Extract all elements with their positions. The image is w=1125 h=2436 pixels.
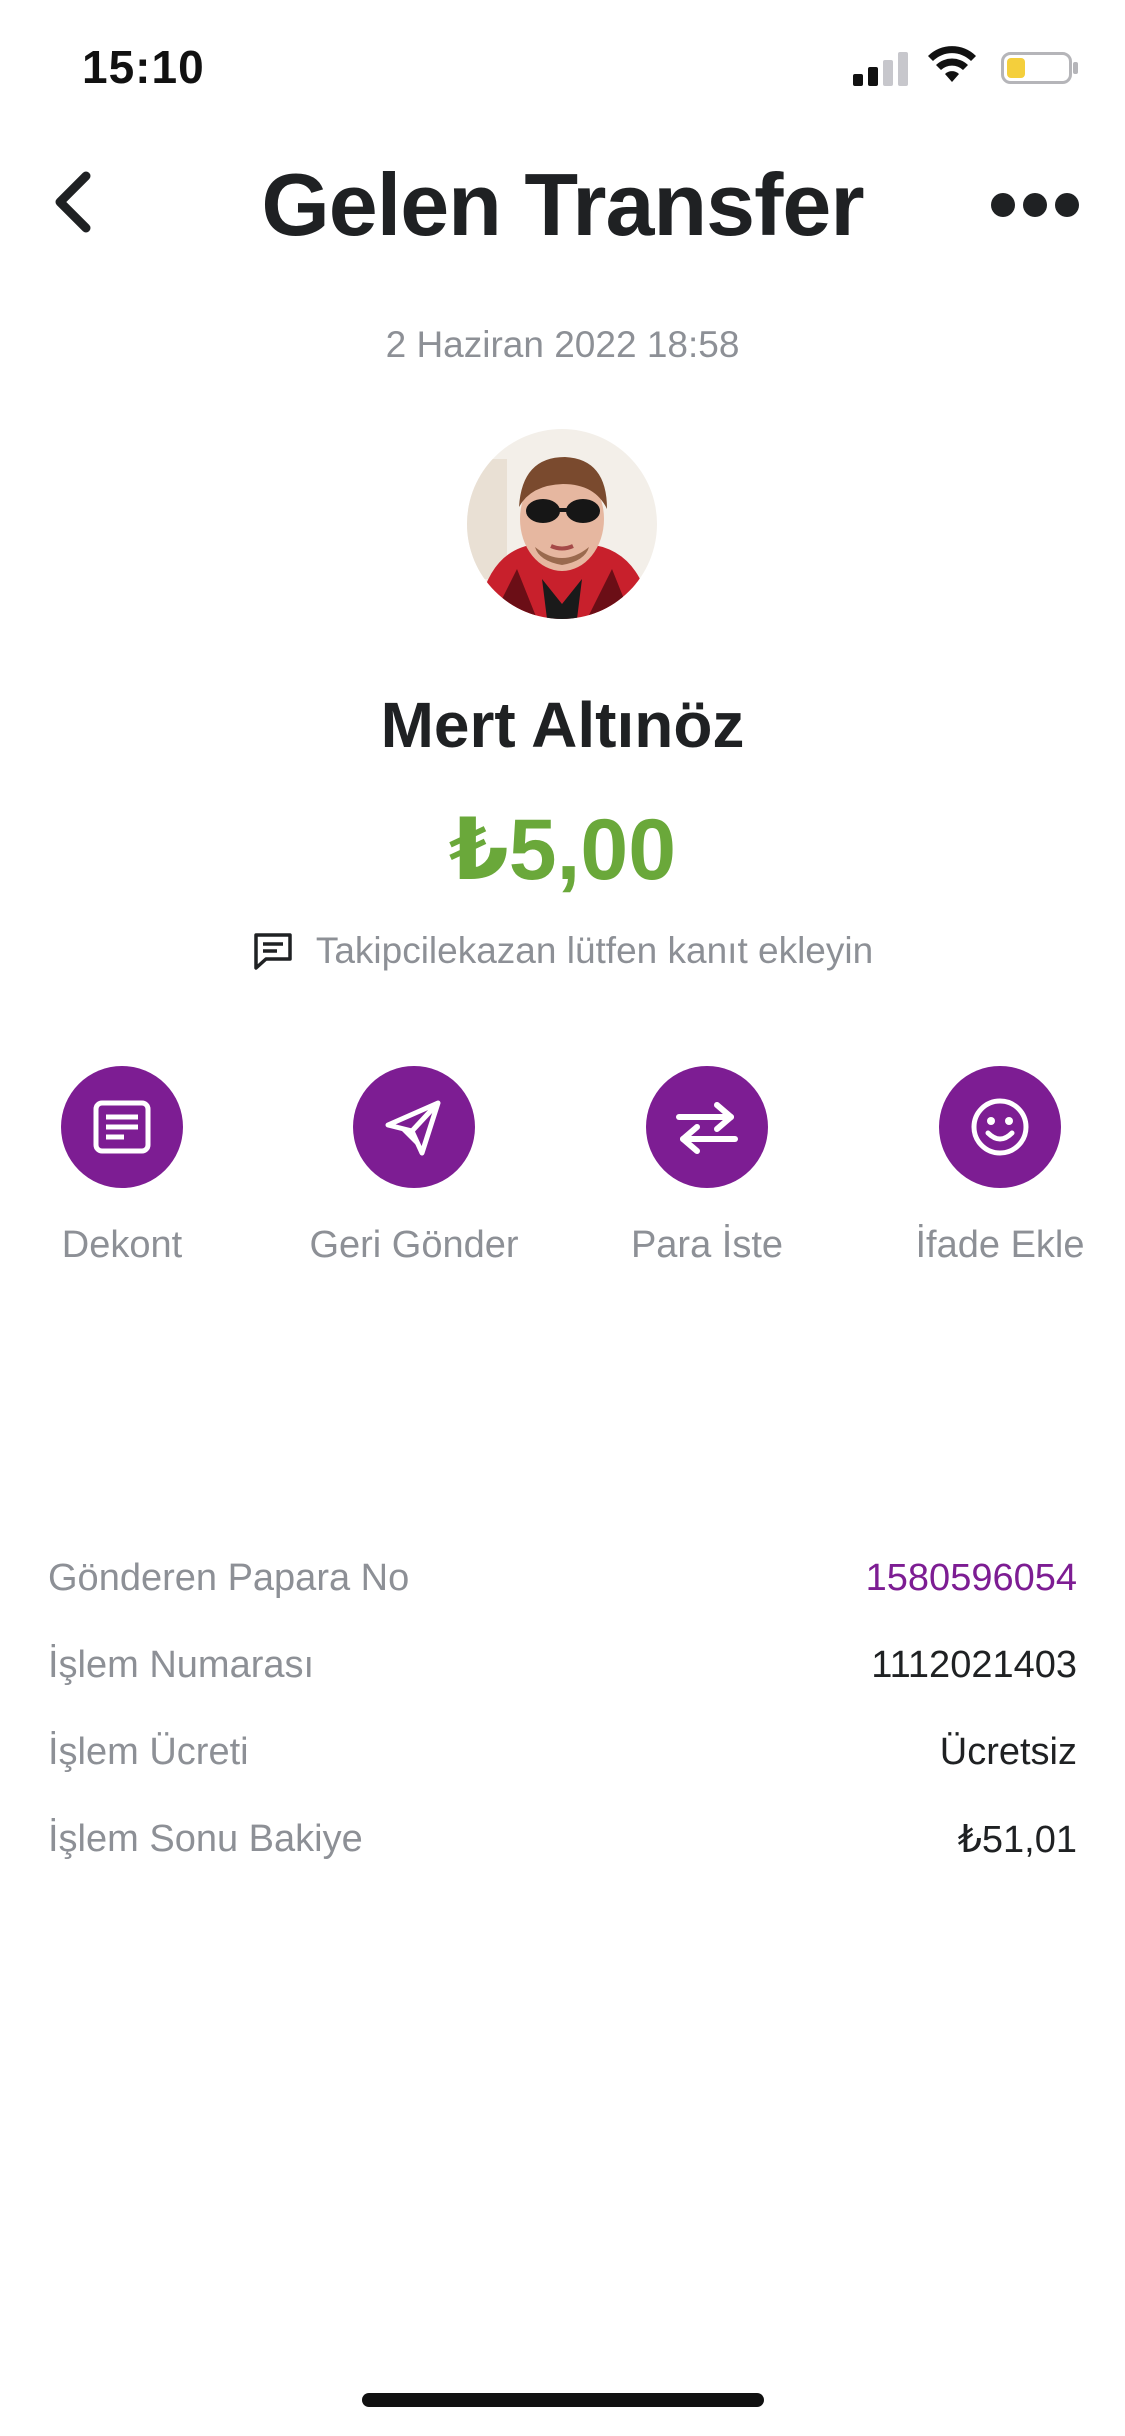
page-title: Gelen Transfer — [261, 155, 864, 254]
status-icons — [841, 46, 1081, 90]
add-emoji-label: İfade Ekle — [915, 1224, 1085, 1266]
detail-row-final-balance: İşlem Sonu Bakiye ₺51,01 — [48, 1796, 1077, 1883]
more-options-button[interactable] — [985, 170, 1085, 240]
transaction-details: Gönderen Papara No 1580596054 İşlem Numa… — [48, 1535, 1077, 1883]
transfer-amount: ₺5,00 — [448, 802, 677, 898]
detail-row-sender-papara-no: Gönderen Papara No 1580596054 — [48, 1535, 1077, 1622]
add-emoji-button[interactable]: İfade Ekle — [875, 1066, 1125, 1267]
header: Gelen Transfer — [0, 150, 1125, 260]
send-back-button[interactable]: Geri Gönder — [289, 1066, 539, 1267]
detail-row-transaction-fee: İşlem Ücreti Ücretsiz — [48, 1709, 1077, 1796]
more-dots-icon — [991, 193, 1079, 217]
avatar-image — [467, 429, 657, 619]
receipt-label: Dekont — [61, 1224, 183, 1266]
send-back-button-circle — [353, 1066, 475, 1188]
detail-label: Gönderen Papara No — [48, 1557, 410, 1599]
sender-papara-number-link[interactable]: 1580596054 — [866, 1557, 1077, 1600]
request-money-label: Para İste — [630, 1224, 784, 1266]
wifi-icon — [928, 46, 976, 82]
add-emoji-button-circle — [939, 1066, 1061, 1188]
detail-label: İşlem Numarası — [48, 1644, 315, 1686]
detail-value: 1112021403 — [871, 1644, 1077, 1686]
status-time: 15:10 — [82, 41, 205, 93]
receipt-icon — [93, 1100, 151, 1154]
transfer-date: 2 Haziran 2022 18:58 — [385, 324, 740, 365]
receipt-button-circle — [61, 1066, 183, 1188]
send-icon — [385, 1100, 441, 1156]
detail-value: Ücretsiz — [939, 1731, 1077, 1773]
detail-value: ₺51,01 — [957, 1819, 1077, 1861]
request-money-button[interactable]: Para İste — [582, 1066, 832, 1267]
transfer-note: Takipcilekazan lütfen kanıt ekleyin — [0, 930, 1125, 972]
sender-avatar[interactable] — [467, 429, 657, 619]
detail-row-transaction-number: İşlem Numarası 1112021403 — [48, 1622, 1077, 1709]
message-icon — [254, 933, 292, 970]
action-buttons: Dekont Geri Gönder Para İste İfade Ekle — [0, 1066, 1125, 1286]
receipt-button[interactable]: Dekont — [0, 1066, 247, 1267]
status-bar: 15:10 — [0, 0, 1125, 140]
detail-label: İşlem Ücreti — [48, 1731, 249, 1773]
home-indicator[interactable] — [362, 2393, 764, 2407]
send-back-label: Geri Gönder — [309, 1224, 519, 1266]
exchange-arrows-icon — [676, 1102, 738, 1154]
sender-name: Mert Altınöz — [380, 689, 745, 761]
detail-label: İşlem Sonu Bakiye — [48, 1818, 363, 1860]
note-text: Takipcilekazan lütfen kanıt ekleyin — [315, 930, 874, 971]
battery-icon — [1001, 52, 1078, 84]
cellular-signal-icon — [853, 52, 908, 86]
transfer-detail-screen: 15:10 Gelen Transfer 2 Haziran 2022 18:5… — [0, 0, 1125, 2436]
request-money-button-circle — [646, 1066, 768, 1188]
smiley-icon — [971, 1098, 1029, 1156]
